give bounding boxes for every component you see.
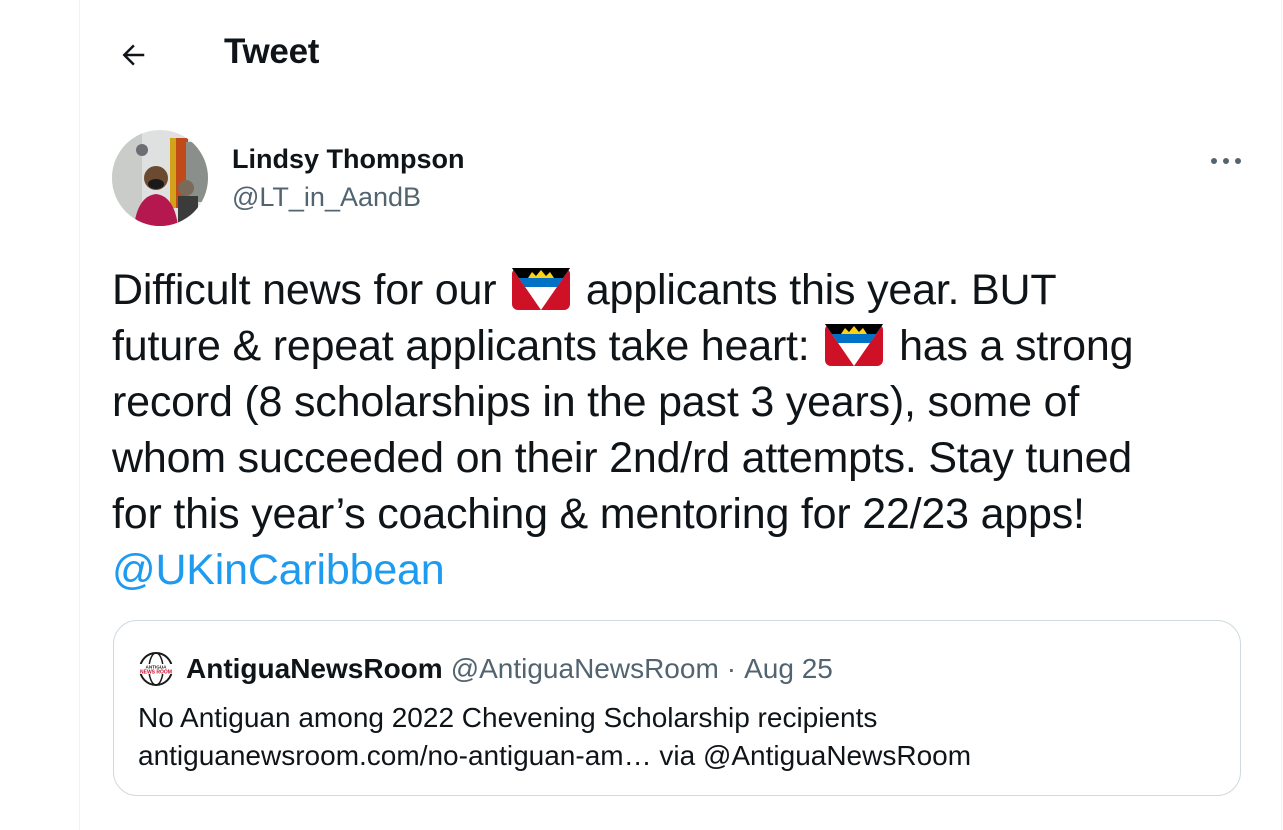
- arrow-left-icon: [122, 44, 145, 66]
- quoted-tweet-header: ANTIGUA NEWS ROOM AntiguaNewsRoom @Antig…: [138, 651, 833, 687]
- logo-text-bottom: NEWS ROOM: [140, 670, 172, 676]
- tweet-line-3: record (8 scholarships in the past 3 yea…: [112, 378, 1080, 426]
- tweet-text-segment: Difficult news for our: [112, 266, 497, 314]
- quoted-line-2: antiguanewsroom.com/no-antiguan-am… via …: [138, 740, 972, 771]
- tweet-line-1: Difficult news for our applicants this y…: [112, 262, 1262, 318]
- column-right-border: [1281, 0, 1282, 830]
- page-header: Tweet: [80, 0, 1281, 108]
- more-dots-icon: [1211, 158, 1241, 164]
- antigua-barbuda-flag-icon: [825, 324, 884, 366]
- tweet-text-segment: has a strong: [899, 322, 1134, 370]
- quoted-account-name[interactable]: AntiguaNewsRoom: [186, 653, 443, 685]
- page-title: Tweet: [224, 32, 320, 71]
- tweet-line-5: for this year’s coaching & mentoring for…: [112, 490, 1085, 538]
- column-left-border: [79, 0, 80, 830]
- quoted-handle[interactable]: @AntiguaNewsRoom: [451, 653, 719, 685]
- antigua-barbuda-flag-icon: [512, 268, 571, 310]
- avatar[interactable]: [112, 130, 208, 226]
- quoted-date[interactable]: Aug 25: [744, 653, 833, 685]
- author-name[interactable]: Lindsy Thompson: [232, 144, 465, 175]
- quoted-line-1: No Antiguan among 2022 Chevening Scholar…: [138, 702, 878, 733]
- tweet-text: Difficult news for our applicants this y…: [112, 262, 1262, 598]
- back-button[interactable]: [112, 34, 154, 76]
- antigua-newsroom-logo-icon: ANTIGUA NEWS ROOM: [139, 652, 173, 686]
- quoted-tweet[interactable]: ANTIGUA NEWS ROOM AntiguaNewsRoom @Antig…: [113, 620, 1241, 796]
- tweet-line-4: whom succeeded on their 2nd/rd attempts.…: [112, 434, 1133, 482]
- quoted-separator: ·: [726, 653, 737, 684]
- tweet-text-segment: applicants this year. BUT: [585, 266, 1057, 314]
- mention-link[interactable]: @UKinCaribbean: [112, 546, 445, 594]
- tweet-author: Lindsy Thompson @LT_in_AandB: [112, 130, 1252, 230]
- tweet-text-segment: future & repeat applicants take heart:: [112, 322, 810, 370]
- tweet-line-6: @UKinCaribbean: [112, 542, 1262, 598]
- more-button[interactable]: [1206, 144, 1246, 178]
- quoted-tweet-body: No Antiguan among 2022 Chevening Scholar…: [138, 699, 971, 775]
- tweet-line-2: future & repeat applicants take heart: h…: [112, 318, 1262, 374]
- author-handle[interactable]: @LT_in_AandB: [232, 182, 421, 213]
